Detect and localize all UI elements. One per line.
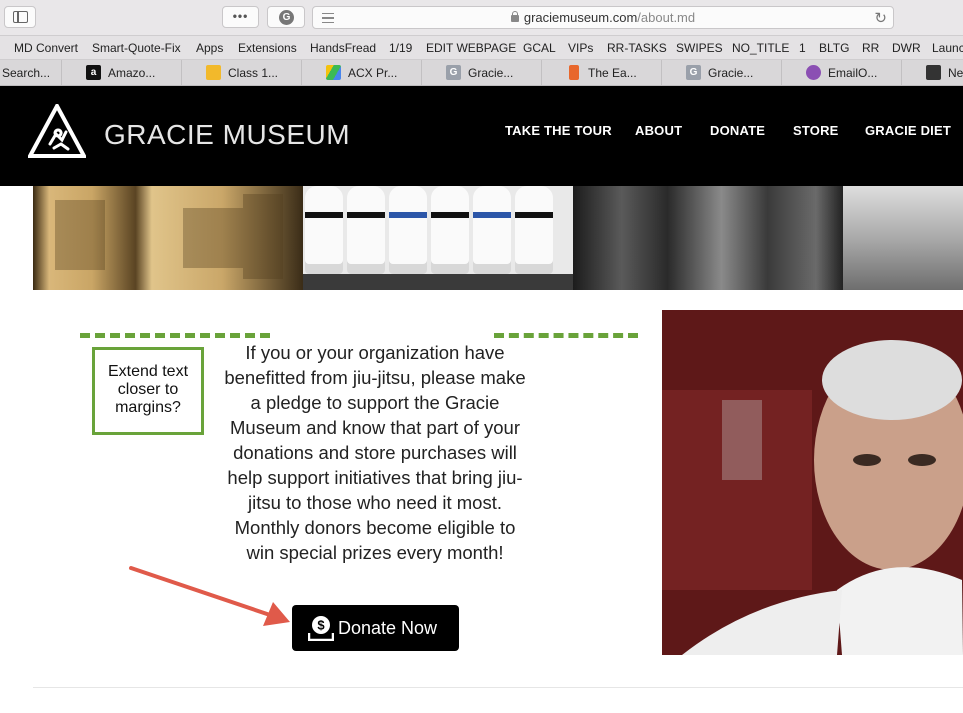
bookmark-item[interactable]: SWIPES (676, 41, 723, 55)
article-icon (569, 65, 579, 80)
bookmark-item[interactable]: 1/19 (389, 41, 412, 55)
browser-tab[interactable]: ACX Pr... (301, 60, 421, 85)
browser-tab[interactable]: New (901, 60, 963, 85)
students-kneeling-photo (303, 186, 573, 290)
nav-store[interactable]: STORE (793, 123, 839, 138)
newspaper-clippings-photo (33, 186, 303, 290)
sidebar-toggle-button[interactable] (4, 6, 36, 28)
browser-tab[interactable]: G Gracie... (421, 60, 541, 85)
browser-toolbar: ••• G graciemuseum.com/about.md ↻ (0, 0, 963, 36)
more-button[interactable]: ••• (222, 6, 259, 28)
bookmark-item[interactable]: BLTG (819, 41, 849, 55)
section-divider (33, 687, 963, 688)
gracie-favicon: G (446, 65, 461, 80)
reload-icon[interactable]: ↻ (874, 9, 887, 27)
browser-tab[interactable]: a Amazo... (61, 60, 181, 85)
bookmark-item[interactable]: Launc (932, 41, 963, 55)
tab-label: EmailO... (828, 66, 878, 80)
gracie-favicon: G (686, 65, 701, 80)
grammarly-button[interactable]: G (267, 6, 305, 28)
tab-label: Class 1... (228, 66, 279, 80)
bookmark-item[interactable]: RR-TASKS (607, 41, 667, 55)
tab-label: The Ea... (588, 66, 637, 80)
donate-label: Donate Now (338, 618, 438, 638)
url-path: /about.md (637, 10, 696, 25)
octopus-icon (806, 65, 821, 80)
amazon-icon: a (86, 65, 101, 80)
drive-icon (326, 65, 341, 80)
banner-collage (33, 186, 963, 290)
gracie-logo-icon[interactable] (28, 104, 86, 158)
bookmark-item[interactable]: Apps (196, 41, 223, 55)
address-bar[interactable]: graciemuseum.com/about.md ↻ (312, 6, 894, 29)
browser-tab[interactable]: EmailO... (781, 60, 901, 85)
vintage-match-photo (573, 186, 843, 290)
nav-take-the-tour[interactable]: TAKE THE TOUR (505, 123, 612, 138)
tab-label: Gracie... (708, 66, 754, 80)
bookmark-item[interactable]: RR (862, 41, 879, 55)
nav-about[interactable]: ABOUT (635, 123, 682, 138)
site-brand[interactable]: GRACIE MUSEUM (104, 119, 350, 151)
url-host: graciemuseum.com (523, 10, 638, 25)
bookmark-item[interactable]: MD Convert (14, 41, 78, 55)
tab-bar: Search... a Amazo... Class 1... ACX Pr..… (0, 60, 963, 86)
helio-gracie-portrait-photo (662, 310, 963, 655)
red-arrow-icon (129, 566, 290, 626)
browser-tab[interactable]: Search... (0, 60, 61, 85)
nav-donate[interactable]: DONATE (710, 123, 765, 138)
sidebar-icon (13, 11, 28, 23)
lock-icon (510, 11, 519, 22)
bookmark-item[interactable]: VIPs (568, 41, 593, 55)
margin-guide-right (494, 333, 638, 338)
browser-tab[interactable]: The Ea... (541, 60, 661, 85)
pledge-text: If you or your organization have benefit… (224, 342, 526, 563)
annotation-note: Extend text closer to margins? (92, 347, 204, 435)
tab-favicon (926, 65, 941, 80)
slides-icon (206, 65, 221, 80)
bookmark-item[interactable]: Extensions (238, 41, 297, 55)
browser-tab[interactable]: G Gracie... (661, 60, 781, 85)
bookmark-item[interactable]: GCAL (523, 41, 556, 55)
grammarly-icon: G (279, 10, 294, 25)
bookmark-item[interactable]: EDIT WEBPAGE (426, 41, 516, 55)
bookmarks-bar: MD Convert Smart-Quote-Fix Apps Extensio… (0, 36, 963, 60)
browser-tab[interactable]: Class 1... (181, 60, 301, 85)
tab-label: New (948, 66, 963, 80)
tab-label: Search... (2, 66, 51, 80)
bookmark-item[interactable]: NO_TITLE (732, 41, 789, 55)
bookmark-item[interactable]: DWR (892, 41, 921, 55)
bookmark-item[interactable]: HandsFread (310, 41, 376, 55)
tab-label: Amazo... (108, 66, 156, 80)
site-header: GRACIE MUSEUM TAKE THE TOUR ABOUT DONATE… (0, 86, 963, 186)
tab-label: Gracie... (468, 66, 514, 80)
bookmark-item[interactable]: Smart-Quote-Fix (92, 41, 181, 55)
kneeling-student-photo (843, 186, 963, 290)
svg-text:$: $ (317, 618, 325, 633)
tab-label: ACX Pr... (348, 66, 398, 80)
donate-now-button[interactable]: $ Donate Now (292, 605, 459, 651)
bookmark-item[interactable]: 1 (799, 41, 806, 55)
margin-guide-left (80, 333, 270, 338)
nav-gracie-diet[interactable]: GRACIE DIET (865, 123, 951, 138)
donate-icon: $ (308, 616, 334, 641)
